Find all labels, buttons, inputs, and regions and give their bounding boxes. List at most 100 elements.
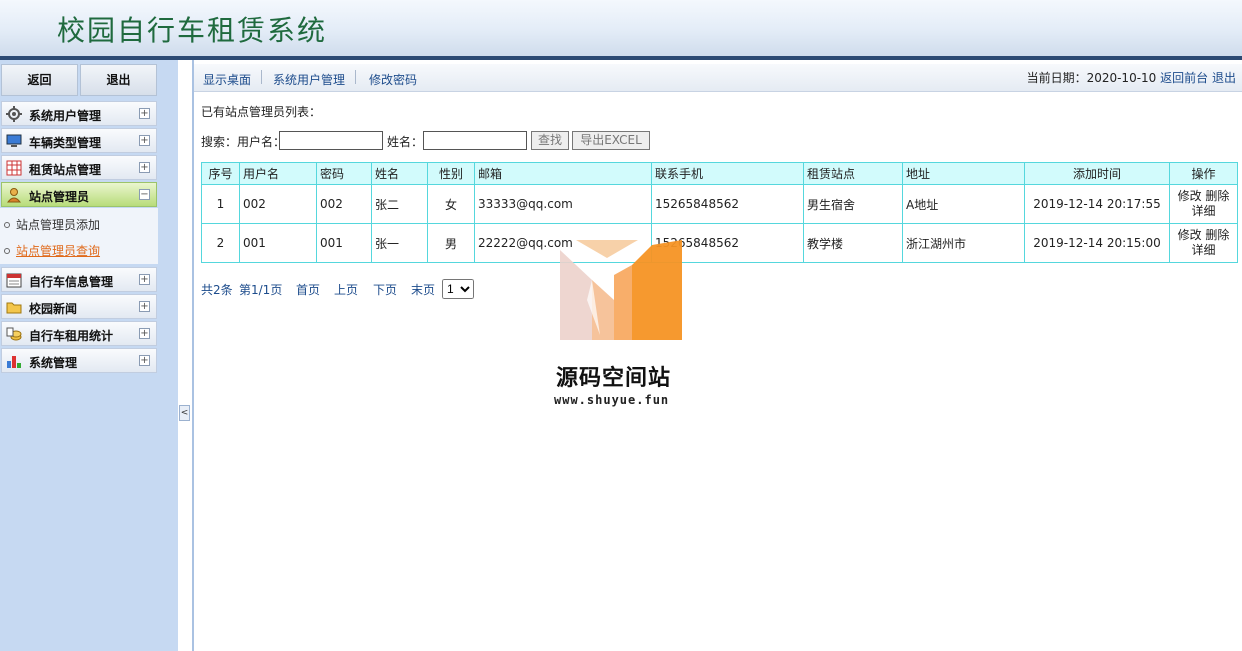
- nav-separator: [261, 70, 262, 84]
- nav-show-desktop[interactable]: 显示桌面: [203, 71, 251, 88]
- watermark-logo-icon: [560, 240, 682, 340]
- expand-icon[interactable]: +: [139, 355, 150, 366]
- watermark-name: 源码空间站: [556, 366, 672, 391]
- nav-change-password[interactable]: 修改密码: [369, 71, 417, 88]
- table-header-row: 序号 用户名 密码 姓名 性别 邮箱 联系手机 租赁站点 地址 添加时间 操作: [201, 162, 1238, 185]
- col-header: 地址: [902, 162, 1025, 185]
- col-header: 联系手机: [651, 162, 804, 185]
- collapse-icon[interactable]: −: [139, 189, 150, 200]
- date-and-links: 当前日期：2020-10-10 返回前台 退出: [1027, 69, 1236, 86]
- cell-username: 001: [239, 223, 317, 263]
- page-select[interactable]: 1: [442, 279, 474, 299]
- expand-icon[interactable]: +: [139, 162, 150, 173]
- bullet-icon: [4, 248, 10, 254]
- cell-gender: 男: [427, 223, 475, 263]
- sidebar-item-rental-sites[interactable]: 租赁站点管理 +: [1, 155, 157, 180]
- expand-icon[interactable]: +: [139, 328, 150, 339]
- sidebar-item-label: 校园新闻: [29, 302, 78, 316]
- sidebar-strip: [158, 60, 178, 651]
- sidebar-item-vehicle-types[interactable]: 车辆类型管理 +: [1, 128, 157, 153]
- edit-delete-links[interactable]: 修改 删除: [1178, 228, 1230, 242]
- gear-icon: [6, 106, 22, 122]
- prev-page-link[interactable]: 上页: [334, 281, 358, 298]
- submenu-item-add-admin[interactable]: 站点管理员添加: [4, 216, 100, 233]
- col-header: 性别: [427, 162, 475, 185]
- table-row: 1 002 002 张二 女 33333@qq.com 15265848562 …: [201, 184, 1238, 224]
- current-date: 当前日期：2020-10-10: [1026, 71, 1157, 85]
- logout-button[interactable]: 退出: [80, 64, 157, 96]
- submenu-item-query-admin[interactable]: 站点管理员查询: [4, 242, 100, 259]
- sidebar-item-site-admins[interactable]: 站点管理员 −: [1, 182, 157, 207]
- cell-name: 张一: [371, 223, 428, 263]
- nav-system-users[interactable]: 系统用户管理: [273, 71, 345, 88]
- sidebar-item-label: 自行车信息管理: [29, 275, 114, 289]
- cell-phone: 15265848562: [651, 184, 804, 224]
- cell-password: 001: [316, 223, 372, 263]
- col-header: 密码: [316, 162, 372, 185]
- list-title: 已有站点管理员列表：: [201, 105, 322, 119]
- username-search-input[interactable]: [279, 131, 383, 150]
- search-button[interactable]: 查找: [531, 131, 569, 150]
- name-search-input[interactable]: [423, 131, 527, 150]
- cell-email: 33333@qq.com: [474, 184, 652, 224]
- cell-added-time: 2019-12-14 20:15:00: [1024, 223, 1170, 263]
- cell-password: 002: [316, 184, 372, 224]
- cell-address: A地址: [902, 184, 1025, 224]
- edit-delete-links[interactable]: 修改 删除: [1178, 189, 1230, 203]
- sidebar-collapse-button[interactable]: <: [179, 405, 190, 421]
- sidebar-item-label: 站点管理员: [29, 190, 90, 204]
- submenu: 站点管理员添加 站点管理员查询: [0, 208, 158, 264]
- export-excel-button[interactable]: 导出EXCEL: [572, 131, 650, 150]
- cell-username: 002: [239, 184, 317, 224]
- expand-icon[interactable]: +: [139, 135, 150, 146]
- watermark: 源码空间站 www.shuyue.fun: [552, 240, 692, 410]
- app-title: 校园自行车租赁系统: [57, 14, 328, 47]
- cell-added-time: 2019-12-14 20:17:55: [1024, 184, 1170, 224]
- col-header: 添加时间: [1024, 162, 1170, 185]
- sidebar-item-label: 租赁站点管理: [29, 163, 102, 177]
- cell-index: 2: [201, 223, 240, 263]
- name-label: 姓名：: [387, 135, 424, 149]
- sidebar-item-label: 系统管理: [29, 356, 78, 370]
- nav-separator: [355, 70, 356, 84]
- app-header: 校园自行车租赁系统: [0, 0, 1242, 56]
- back-to-front-link[interactable]: 返回前台: [1160, 71, 1208, 85]
- col-header: 序号: [201, 162, 240, 185]
- col-header: 邮箱: [474, 162, 652, 185]
- expand-icon[interactable]: +: [139, 301, 150, 312]
- back-button[interactable]: 返回: [1, 64, 78, 96]
- expand-icon[interactable]: +: [139, 274, 150, 285]
- admin-table: 序号 用户名 密码 姓名 性别 邮箱 联系手机 租赁站点 地址 添加时间 操作 …: [201, 162, 1238, 263]
- last-page-link[interactable]: 末页: [411, 281, 435, 298]
- col-header: 用户名: [239, 162, 317, 185]
- watermark-url: www.shuyue.fun: [554, 393, 670, 407]
- detail-link[interactable]: 详细: [1191, 243, 1215, 257]
- calendar-icon: [6, 272, 22, 288]
- cell-name: 张二: [371, 184, 428, 224]
- sidebar-item-rental-stats[interactable]: 自行车租用统计 +: [1, 321, 157, 346]
- logout-link[interactable]: 退出: [1212, 71, 1236, 85]
- cell-index: 1: [201, 184, 240, 224]
- cell-gender: 女: [427, 184, 475, 224]
- sidebar-item-system-admin[interactable]: 系统管理 +: [1, 348, 157, 373]
- expand-icon[interactable]: +: [139, 108, 150, 119]
- username-label: 搜索：用户名：: [201, 135, 286, 149]
- cell-actions: 修改 删除 详细: [1169, 184, 1238, 224]
- total-count: 共2条: [201, 283, 233, 297]
- sidebar-item-system-users[interactable]: 系统用户管理 +: [1, 101, 157, 126]
- folder-icon: [6, 299, 22, 315]
- detail-link[interactable]: 详细: [1191, 204, 1215, 218]
- top-navigation: 显示桌面 系统用户管理 修改密码 当前日期：2020-10-10 返回前台 退出: [194, 64, 1242, 92]
- sidebar-item-label: 自行车租用统计: [29, 329, 114, 343]
- sidebar-item-campus-news[interactable]: 校园新闻 +: [1, 294, 157, 319]
- coins-icon: [6, 326, 22, 342]
- chart-icon: [6, 353, 22, 369]
- grid-icon: [6, 160, 22, 176]
- user-icon: [6, 187, 22, 203]
- first-page-link[interactable]: 首页: [296, 281, 320, 298]
- bullet-icon: [4, 222, 10, 228]
- next-page-link[interactable]: 下页: [373, 281, 397, 298]
- sidebar-item-label: 车辆类型管理: [29, 136, 102, 150]
- table-row: 2 001 001 张一 男 22222@qq.com 15265848562 …: [201, 223, 1238, 263]
- sidebar-item-bike-info[interactable]: 自行车信息管理 +: [1, 267, 157, 292]
